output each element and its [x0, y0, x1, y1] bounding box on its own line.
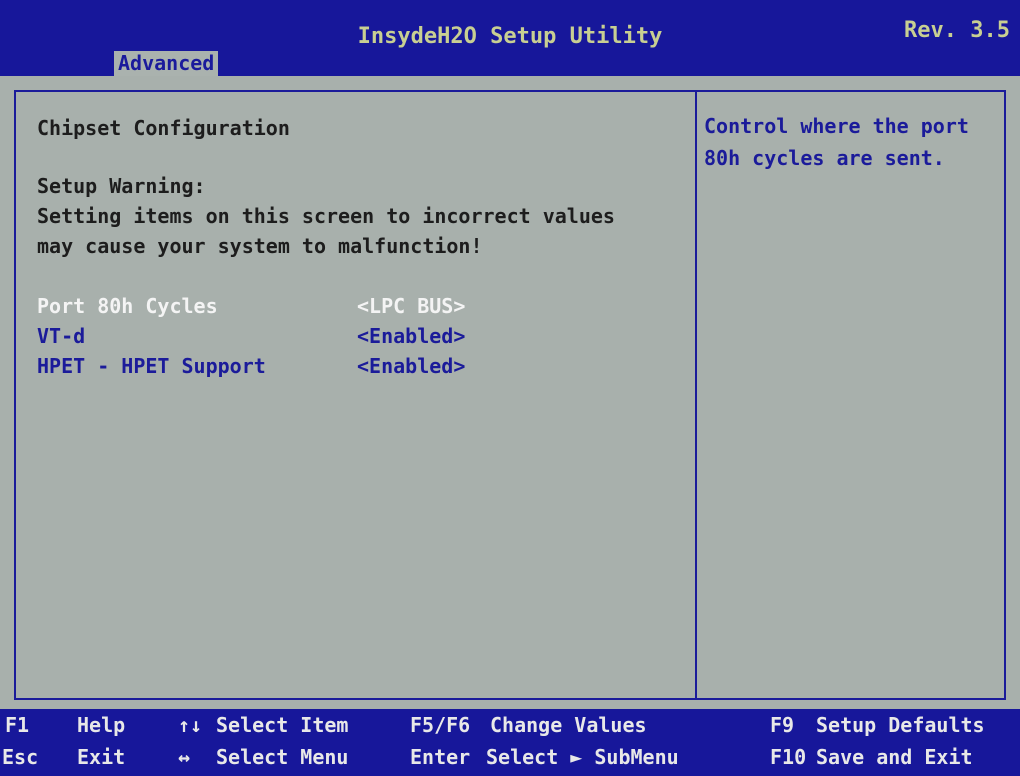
- f1-key: F1: [5, 713, 30, 737]
- header-bar: InsydeH2O Setup Utility Rev. 3.5 Advance…: [0, 0, 1020, 76]
- esc-key: Esc: [2, 745, 39, 769]
- option-port80-value[interactable]: <LPC BUS>: [357, 294, 465, 318]
- f5f6-key: F5/F6: [410, 713, 471, 737]
- app-title: InsydeH2O Setup Utility: [357, 24, 663, 49]
- panel-divider: [695, 90, 697, 700]
- option-hpet-value[interactable]: <Enabled>: [357, 354, 465, 378]
- exit-desc: Exit: [77, 745, 126, 769]
- select-item-desc: Select Item: [216, 713, 349, 737]
- warning-title: Setup Warning:: [37, 174, 206, 198]
- f1-desc: Help: [77, 713, 126, 737]
- select-menu-desc: Select Menu: [216, 745, 349, 769]
- setup-defaults-desc: Setup Defaults: [816, 713, 985, 737]
- f9-key: F9: [770, 713, 795, 737]
- footer-bar: F1 Help ↑↓ Select Item F5/F6 Change Valu…: [0, 709, 1020, 776]
- option-hpet-label[interactable]: HPET - HPET Support: [37, 354, 266, 378]
- warning-line-2: may cause your system to malfunction!: [37, 234, 483, 258]
- enter-key: Enter: [410, 745, 471, 769]
- tab-advanced[interactable]: Advanced: [114, 51, 219, 76]
- warning-line-1: Setting items on this screen to incorrec…: [37, 204, 615, 228]
- leftright-arrows-icon: ↔: [178, 745, 191, 769]
- change-values-desc: Change Values: [490, 713, 647, 737]
- revision-label: Rev. 3.5: [904, 18, 1010, 43]
- f10-key: F10: [770, 745, 807, 769]
- save-exit-desc: Save and Exit: [816, 745, 973, 769]
- option-port80-label[interactable]: Port 80h Cycles: [37, 294, 218, 318]
- option-vtd-value[interactable]: <Enabled>: [357, 324, 465, 348]
- help-text: Control where the port 80h cycles are se…: [704, 114, 969, 170]
- option-vtd-label[interactable]: VT-d: [37, 324, 85, 348]
- updown-arrows-icon: ↑↓: [178, 713, 203, 737]
- section-title: Chipset Configuration: [37, 116, 290, 140]
- select-submenu-desc: Select ► SubMenu: [486, 745, 679, 769]
